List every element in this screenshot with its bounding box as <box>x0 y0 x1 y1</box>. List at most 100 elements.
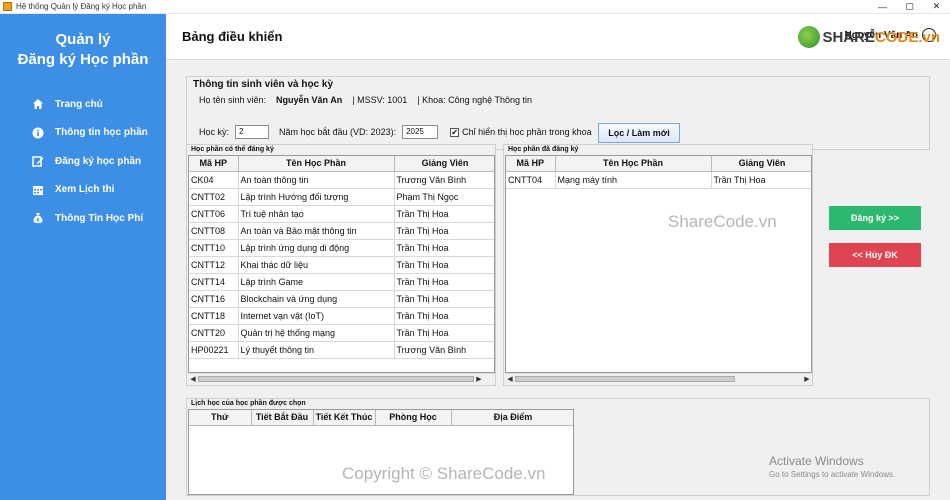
available-horizontal-scrollbar[interactable]: ◀ ▶ <box>188 373 495 383</box>
cell-code: CNTT18 <box>189 307 239 325</box>
available-courses-title: Học phần có thể đăng ký <box>191 146 274 153</box>
scroll-left-icon[interactable]: ◀ <box>505 375 515 383</box>
semester-input[interactable]: 2 <box>235 125 270 139</box>
cell-name: Lý thuyết thông tin <box>238 341 395 359</box>
cell-name: Quản trị hệ thống mạng <box>238 324 395 342</box>
table-row[interactable]: CNTT14 Lập trình Game Trần Thị Hoa <box>189 273 494 291</box>
student-name-value: Nguyễn Văn An <box>276 95 343 105</box>
col-start-period[interactable]: Tiết Bắt Đầu <box>251 410 314 426</box>
scroll-thumb[interactable] <box>515 375 735 382</box>
col-course-name[interactable]: Tên Học Phần <box>238 156 395 172</box>
department-filter-checkbox[interactable]: ✔ Chỉ hiển thị học phần trong khoa <box>450 127 592 137</box>
window-titlebar: Hệ thống Quản lý Đăng ký Học phần — ▢ ✕ <box>0 0 950 14</box>
cell-code: CNTT20 <box>189 324 239 342</box>
cell-code: CNTT06 <box>189 205 239 223</box>
filter-refresh-button[interactable]: Lọc / Làm mới <box>598 123 680 143</box>
col-course-code[interactable]: Mã HP <box>506 156 556 172</box>
cell-name: Lập trình Hướng đối tượng <box>238 188 395 206</box>
sidebar-item-home[interactable]: Trang chủ <box>0 90 166 119</box>
cell-lecturer: Trương Văn Bình <box>394 171 494 189</box>
register-button[interactable]: Đăng ký >> <box>829 206 921 230</box>
sidebar-item-tuition[interactable]: $ Thông Tin Học Phí <box>0 204 166 233</box>
close-button[interactable]: ✕ <box>923 0 950 13</box>
col-lecturer[interactable]: Giảng Viên <box>711 156 811 172</box>
cell-code: HP00221 <box>189 341 239 359</box>
cell-code: CNTT04 <box>506 171 556 189</box>
header: Bảng điều khiển Nguyễn Văn An SHARECODE.… <box>166 14 950 60</box>
edit-icon <box>32 155 44 167</box>
scroll-right-icon[interactable]: ▶ <box>474 375 484 383</box>
registered-courses-panel: Học phần đã đăng ký Mã HP Tên Học Phần G… <box>503 144 813 386</box>
cell-lecturer: Trần Thị Hoa <box>711 171 811 189</box>
maximize-button[interactable]: ▢ <box>896 0 923 13</box>
col-day[interactable]: Thứ <box>189 410 252 426</box>
table-row[interactable]: CNTT12 Khai thác dữ liệu Trần Thị Hoa <box>189 256 494 274</box>
table-row[interactable]: HP00221 Lý thuyết thông tin Trương Văn Bìn… <box>189 341 494 359</box>
cell-code: CNTT16 <box>189 290 239 308</box>
sharecode-logo: SHARECODE.vn <box>798 26 940 48</box>
sidebar-item-register[interactable]: Đăng ký học phần <box>0 147 166 176</box>
col-room[interactable]: Phòng Học <box>375 410 452 426</box>
cell-code: CNTT12 <box>189 256 239 274</box>
scroll-right-icon[interactable]: ▶ <box>802 375 812 383</box>
year-input[interactable]: 2025 <box>402 125 439 139</box>
col-lecturer[interactable]: Giảng Viên <box>394 156 494 172</box>
semester-label: Học kỳ: <box>199 127 230 137</box>
sidebar-item-label: Đăng ký học phần <box>55 155 142 167</box>
cell-lecturer: Trần Thị Hoa <box>394 273 494 291</box>
svg-text:$: $ <box>36 218 40 224</box>
sidebar-item-exam-schedule[interactable]: Xem Lịch thi <box>0 176 166 205</box>
registered-courses-title: Học phần đã đăng ký <box>508 146 579 153</box>
table-row[interactable]: CNTT16 Blockchain và ứng dụng Trần Thị Hoa <box>189 290 494 308</box>
available-courses-table: Mã HP Tên Học Phần Giảng Viên CK04 An toà… <box>188 155 495 373</box>
schedule-title: Lịch học của học phần được chọn <box>191 400 306 407</box>
table-row[interactable]: CNTT06 Trí tuệ nhân tạo Trần Thị Hoa <box>189 205 494 223</box>
year-label: Năm học bắt đầu (VD: 2023): <box>279 127 397 137</box>
col-end-period[interactable]: Tiết Kết Thúc <box>313 410 376 426</box>
col-course-name[interactable]: Tên Học Phần <box>555 156 712 172</box>
registered-horizontal-scrollbar[interactable]: ◀ ▶ <box>505 373 812 383</box>
cell-lecturer: Trần Thị Hoa <box>394 205 494 223</box>
col-course-code[interactable]: Mã HP <box>189 156 239 172</box>
home-icon <box>32 98 44 110</box>
faculty-text: | Khoa: Công nghệ Thông tin <box>417 95 533 105</box>
cell-lecturer: Trần Thị Hoa <box>394 239 494 257</box>
checkbox-label: Chỉ hiển thị học phần trong khoa <box>462 127 592 137</box>
logo-ball-icon <box>798 26 821 48</box>
sidebar-item-course-info[interactable]: Thông tin học phần <box>0 119 166 148</box>
table-row[interactable]: CNTT08 An toàn và Bảo mật thông tin Trần T… <box>189 222 494 240</box>
table-row[interactable]: CNTT04 Mạng máy tính Trần Thị Hoa <box>506 171 811 189</box>
table-row[interactable]: CNTT10 Lập trình ứng dụng di động Trần Thị… <box>189 239 494 257</box>
table-row[interactable]: CK04 An toàn thông tin Trương Văn Bình <box>189 171 494 189</box>
student-info-legend: Thông tin sinh viên và học kỳ <box>191 79 336 90</box>
cell-lecturer: Trần Thị Hoa <box>394 290 494 308</box>
scroll-thumb[interactable] <box>198 375 474 382</box>
student-info-panel: Thông tin sinh viên và học kỳ Họ tên sin… <box>186 76 930 150</box>
activate-subtitle: Go to Settings to activate Windows. <box>769 470 896 479</box>
table-row[interactable]: CNTT20 Quản trị hệ thống mạng Trần Thị Hoa <box>189 324 494 342</box>
cell-name: An toàn thông tin <box>238 171 395 189</box>
brand-line-1: Quản lý <box>55 31 111 48</box>
calendar-icon <box>32 184 44 196</box>
sidebar-item-label: Trang chủ <box>55 98 103 110</box>
cell-code: CNTT10 <box>189 239 239 257</box>
minimize-button[interactable]: — <box>869 0 896 13</box>
cell-name: Khai thác dữ liệu <box>238 256 395 274</box>
cell-name: Internet vạn vật (IoT) <box>238 307 395 325</box>
cell-name: Mạng máy tính <box>555 171 712 189</box>
registered-courses-table: Mã HP Tên Học Phần Giảng Viên CNTT04 Mạng… <box>505 155 812 373</box>
table-row[interactable]: CNTT18 Internet vạn vật (IoT) Trần Thị Hoa <box>189 307 494 325</box>
cell-lecturer: Trần Thị Hoa <box>394 324 494 342</box>
col-location[interactable]: Địa Điểm <box>451 410 573 426</box>
cell-name: An toàn và Bảo mật thông tin <box>238 222 395 240</box>
cancel-registration-button[interactable]: << Hủy ĐK <box>829 243 921 267</box>
watermark-copyright: Copyright © ShareCode.vn <box>342 464 546 483</box>
brand-line-2: Đăng ký Học phần <box>17 51 149 68</box>
table-row[interactable]: CNTT02 Lập trình Hướng đối tượng Phạm Thị … <box>189 188 494 206</box>
scroll-left-icon[interactable]: ◀ <box>188 375 198 383</box>
info-icon <box>32 127 44 139</box>
window-title: Hệ thống Quản lý Đăng ký Học phần <box>16 2 147 11</box>
activate-title: Activate Windows <box>769 454 864 468</box>
money-bag-icon: $ <box>32 212 44 224</box>
page-title: Bảng điều khiển <box>182 29 283 44</box>
